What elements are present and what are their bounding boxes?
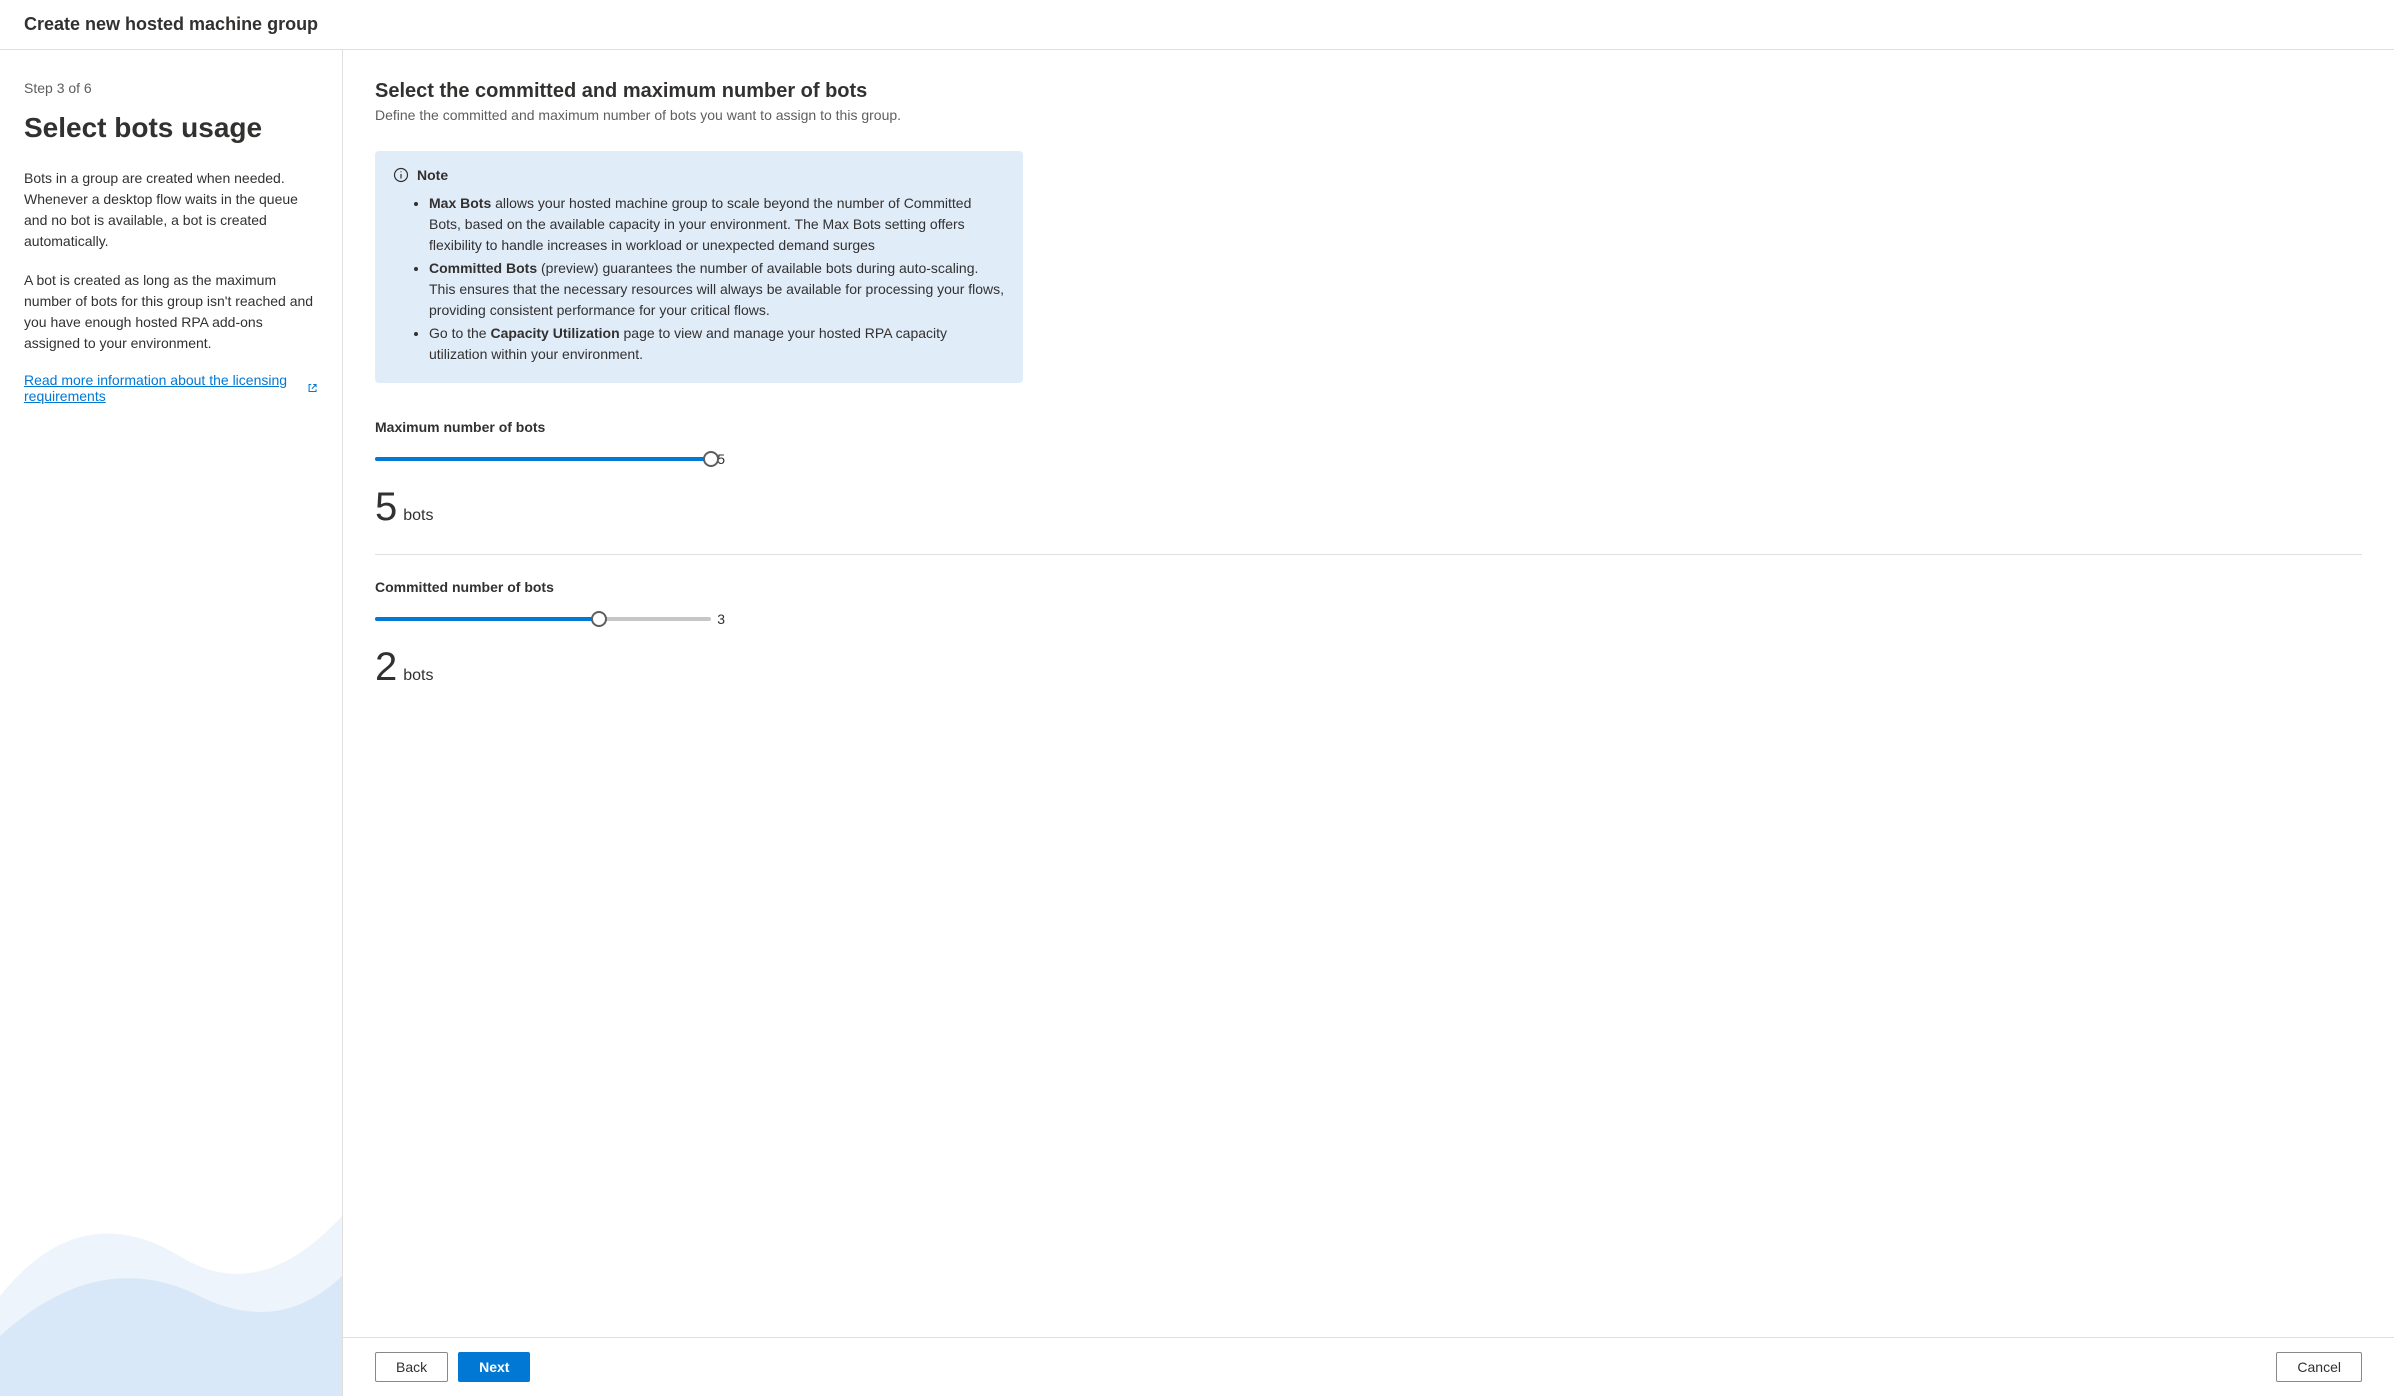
max-bots-slider[interactable] bbox=[375, 449, 711, 469]
main-content: Select the committed and maximum number … bbox=[343, 50, 2394, 1337]
committed-bots-value: 2 bbox=[375, 645, 397, 690]
licensing-link[interactable]: Read more information about the licensin… bbox=[24, 372, 318, 404]
main-subtitle: Define the committed and maximum number … bbox=[375, 107, 2362, 123]
committed-bots-slider-row: 3 bbox=[375, 609, 725, 629]
page-title: Create new hosted machine group bbox=[24, 14, 2370, 35]
max-bots-slider-fill bbox=[375, 457, 711, 461]
note-header: Note bbox=[393, 167, 1005, 183]
sidebar: Step 3 of 6 Select bots usage Bots in a … bbox=[0, 50, 343, 1396]
max-bots-label: Maximum number of bots bbox=[375, 419, 2362, 435]
note-label: Note bbox=[417, 167, 448, 183]
cancel-button[interactable]: Cancel bbox=[2276, 1352, 2362, 1382]
sidebar-paragraph-1: Bots in a group are created when needed.… bbox=[24, 168, 318, 252]
footer: Back Next Cancel bbox=[343, 1337, 2394, 1396]
page-header: Create new hosted machine group bbox=[0, 0, 2394, 50]
next-button[interactable]: Next bbox=[458, 1352, 530, 1382]
licensing-link-text: Read more information about the licensin… bbox=[24, 372, 301, 404]
back-button[interactable]: Back bbox=[375, 1352, 448, 1382]
note-box: Note Max Bots allows your hosted machine… bbox=[375, 151, 1023, 383]
committed-bots-slider-fill bbox=[375, 617, 599, 621]
step-indicator: Step 3 of 6 bbox=[24, 80, 318, 96]
max-bots-slider-thumb[interactable] bbox=[703, 451, 719, 467]
max-bots-value-display: 5 bots bbox=[375, 485, 2362, 530]
committed-bots-unit: bots bbox=[403, 667, 433, 685]
committed-bots-slider[interactable] bbox=[375, 609, 711, 629]
max-bots-unit: bots bbox=[403, 507, 433, 525]
max-bots-section: Maximum number of bots 5 5 bots bbox=[375, 419, 2362, 530]
info-icon bbox=[393, 167, 409, 183]
layout: Step 3 of 6 Select bots usage Bots in a … bbox=[0, 50, 2394, 1396]
external-link-icon bbox=[307, 381, 318, 395]
decorative-wave bbox=[0, 1116, 342, 1396]
note-item-capacity: Go to the Capacity Utilization page to v… bbox=[429, 323, 1005, 365]
note-list: Max Bots allows your hosted machine grou… bbox=[393, 193, 1005, 365]
committed-bots-slider-thumb[interactable] bbox=[591, 611, 607, 627]
main-panel: Select the committed and maximum number … bbox=[343, 50, 2394, 1396]
committed-bots-max-label: 3 bbox=[717, 611, 725, 627]
max-bots-slider-row: 5 bbox=[375, 449, 725, 469]
main-title: Select the committed and maximum number … bbox=[375, 80, 2362, 103]
note-item-committed-bots: Committed Bots (preview) guarantees the … bbox=[429, 258, 1005, 321]
committed-bots-value-display: 2 bots bbox=[375, 645, 2362, 690]
committed-bots-label: Committed number of bots bbox=[375, 579, 2362, 595]
sidebar-title: Select bots usage bbox=[24, 112, 318, 144]
max-bots-value: 5 bbox=[375, 485, 397, 530]
note-item-max-bots: Max Bots allows your hosted machine grou… bbox=[429, 193, 1005, 256]
sidebar-paragraph-2: A bot is created as long as the maximum … bbox=[24, 270, 318, 354]
committed-bots-section: Committed number of bots 3 2 bots bbox=[375, 579, 2362, 690]
divider bbox=[375, 554, 2362, 555]
